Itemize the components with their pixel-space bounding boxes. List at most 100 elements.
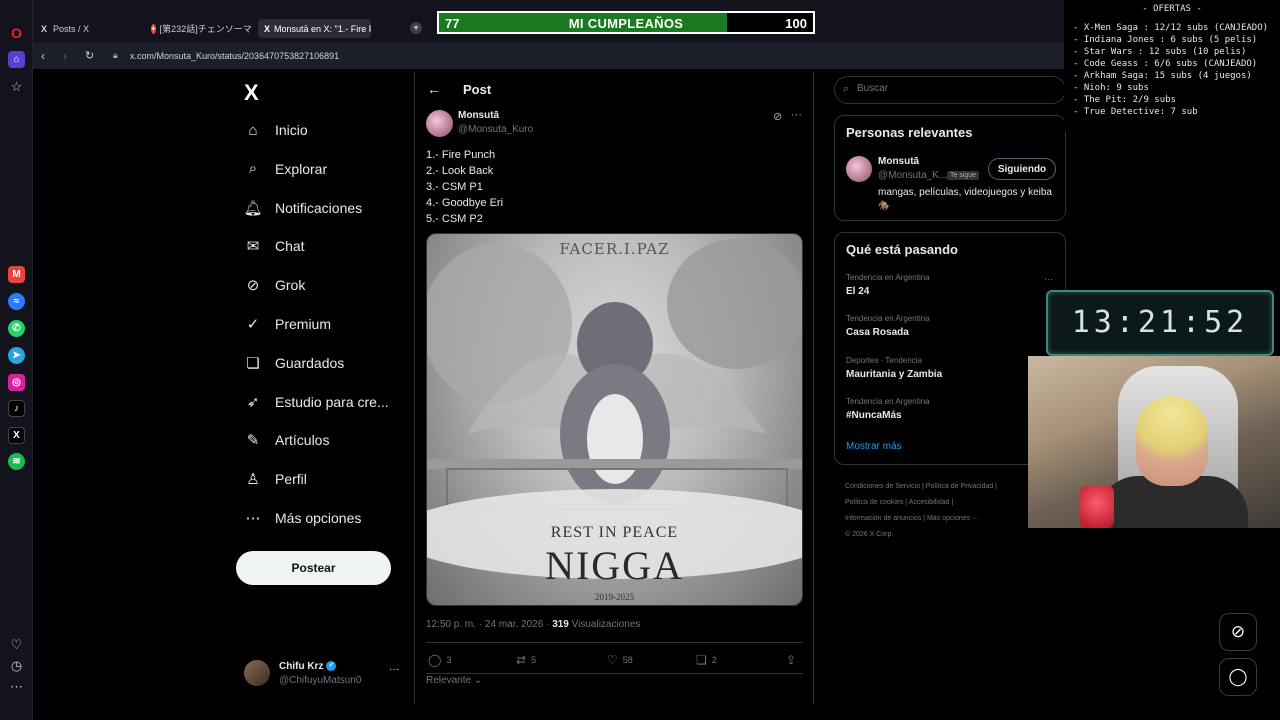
nav-item-grok[interactable]: ⊘ Grok: [244, 272, 306, 298]
nav-item-label: Chat: [275, 238, 305, 255]
post-image[interactable]: FACER.I.PAZ REST IN PEACE NIGGA 2019-202…: [426, 233, 803, 606]
tab-manga[interactable]: + [第232話]チェンソーマン 第二...: [145, 19, 253, 38]
repost-button[interactable]: ⇄ 5: [516, 653, 536, 667]
telegram-icon[interactable]: ➤: [8, 347, 25, 364]
reply-sort-dropdown[interactable]: Relevante ⌄: [426, 675, 482, 686]
more-icon[interactable]: ⋯: [8, 678, 25, 695]
nav-item-notificaciones[interactable]: 🔔︎ Notificaciones: [243, 195, 362, 221]
nav-item-chat[interactable]: ✉ Chat: [244, 233, 305, 259]
messages-fab[interactable]: ◯: [1219, 658, 1257, 696]
reload-icon[interactable]: ↻: [85, 49, 94, 62]
person-icon: ♙: [246, 471, 260, 489]
messenger-icon[interactable]: ≈: [8, 293, 25, 310]
microphone: [1080, 486, 1114, 528]
footer-line[interactable]: Condiciones de Servicio | Política de Pr…: [845, 479, 1030, 495]
post-button[interactable]: Postear: [236, 551, 391, 585]
trend-category: Tendencia en Argentina: [846, 314, 930, 324]
show-more-link[interactable]: Mostrar más: [846, 441, 902, 452]
x-logo[interactable]: X: [244, 80, 259, 106]
chat-bubble-icon: ◯: [1228, 667, 1248, 686]
reply-button[interactable]: ◯ 3: [428, 653, 451, 667]
birthday-progress-bar: MI CUMPLEAÑOS 77 100: [437, 11, 815, 34]
user-handle[interactable]: @Monsuta_K...: [878, 170, 947, 181]
post-actions: ◯ 3 ⇄ 5 ♡ 58 ❏ 2 ⇪: [426, 642, 803, 674]
tab-posts[interactable]: X Posts / X: [33, 19, 141, 38]
heart-icon[interactable]: ♡: [8, 636, 25, 653]
account-name: Chifu Krz ✓: [279, 661, 337, 672]
lock-icon[interactable]: 🔒︎: [113, 50, 118, 61]
whatsapp-icon[interactable]: ✆: [8, 320, 25, 337]
avatar[interactable]: [846, 156, 872, 182]
bookmark-button[interactable]: ❏ 2: [696, 653, 717, 667]
forward-icon[interactable]: ›: [63, 49, 67, 63]
article-icon: ✎: [246, 432, 260, 450]
footer-line[interactable]: © 2026 X Corp.: [845, 527, 1030, 543]
offer-item: - Indiana Jones : 6 subs (5 pelis): [1073, 35, 1258, 45]
webcam-feed: [1028, 356, 1280, 528]
image-top-text: FACER.I.PAZ: [559, 240, 670, 258]
offer-item: - True Detective: 7 sub: [1073, 107, 1198, 117]
post-line: 1.- Fire Punch: [426, 149, 496, 161]
nav-item-artículos[interactable]: ✎ Artículos: [244, 427, 330, 453]
tab-label: [第232話]チェンソーマン 第二...: [159, 24, 253, 34]
x-app-icon[interactable]: X: [8, 427, 25, 444]
post-meta: 12:50 p. m. · 24 mar. 2026 · 319 Visuali…: [426, 619, 641, 630]
trend-item[interactable]: Deportes · Tendencia Mauritania y Zambia: [846, 356, 942, 380]
search-input[interactable]: [857, 83, 1057, 94]
nav-item-inicio[interactable]: ⌂ Inicio: [244, 117, 307, 143]
instagram-icon[interactable]: ◎: [8, 374, 25, 391]
share-button[interactable]: ⇪: [786, 653, 801, 667]
history-icon[interactable]: ◷: [8, 657, 25, 674]
user-name[interactable]: Monsutā: [878, 156, 919, 167]
new-tab-button[interactable]: +: [410, 22, 422, 34]
verified-icon: ✓: [246, 316, 260, 333]
home-icon[interactable]: ⌂: [8, 51, 25, 68]
envelope-icon: ✉: [246, 238, 260, 256]
gmail-icon[interactable]: M: [8, 266, 25, 283]
trend-item[interactable]: Tendencia en Argentina #NuncaMás: [846, 397, 930, 421]
streamer-head: [1136, 396, 1208, 486]
footer-line[interactable]: Política de cookies | Accesibilidad |: [845, 495, 1030, 511]
nav-item-perfil[interactable]: ♙ Perfil: [244, 466, 307, 492]
search-box[interactable]: ⌕: [834, 76, 1066, 104]
image-caption-line1: REST IN PEACE: [550, 524, 679, 541]
nav-item-explorar[interactable]: ⌕ Explorar: [244, 156, 327, 182]
footer-line[interactable]: Información de anuncios | Más opciones ·…: [845, 511, 1030, 527]
following-button[interactable]: Siguiendo: [988, 158, 1056, 180]
author-avatar[interactable]: [426, 110, 453, 137]
nav-item-estudio-para-cre[interactable]: ➶ Estudio para cre...: [244, 389, 389, 415]
back-arrow-icon[interactable]: ←: [427, 81, 441, 97]
trend-item[interactable]: Tendencia en Argentina El 24: [846, 273, 930, 297]
nav-item-premium[interactable]: ✓ Premium: [244, 311, 331, 337]
pinboard-icon[interactable]: ☆: [8, 78, 25, 95]
nav-item-más-opciones[interactable]: ⋯ Más opciones: [244, 505, 362, 531]
tab-active-post[interactable]: X Monsutā en X: "1.- Fire Pu...: [258, 19, 371, 38]
tiktok-icon[interactable]: ♪: [8, 400, 25, 417]
x-logo-icon: X: [264, 23, 271, 34]
author-name[interactable]: Monsutā: [458, 110, 499, 121]
offer-item: - Star Wars : 12 subs (10 pelis): [1073, 47, 1247, 57]
more-icon[interactable]: ···: [1044, 274, 1053, 284]
post-column: ← Post Monsutā @Monsuta_Kuro ⊘ ··· 1.- F…: [414, 72, 814, 704]
spotify-icon[interactable]: ≋: [8, 453, 25, 470]
offer-item: - The Pit: 2/9 subs: [1073, 95, 1176, 105]
post-line: 2.- Look Back: [426, 165, 494, 177]
offer-item: - X-Men Saga : 12/12 subs (CANJEADO): [1073, 23, 1269, 33]
more-icon[interactable]: ···: [791, 109, 802, 121]
url-field[interactable]: x.com/Monsuta_Kuro/status/20364707538271…: [130, 51, 339, 61]
progress-current: 77: [445, 16, 460, 31]
x-logo-icon: X: [40, 23, 47, 34]
opera-logo-icon[interactable]: O: [8, 24, 25, 41]
back-icon[interactable]: ‹: [41, 49, 45, 63]
trend-item[interactable]: Tendencia en Argentina Casa Rosada: [846, 314, 930, 338]
trend-name: #NuncaMás: [846, 409, 902, 421]
author-handle[interactable]: @Monsuta_Kuro: [458, 124, 533, 135]
more-icon[interactable]: ···: [389, 664, 399, 675]
account-switcher[interactable]: Chifu Krz ✓ @ChifuyuMatsun0 ···: [244, 660, 409, 688]
offer-item: - Arkham Saga: 15 subs (4 juegos): [1073, 71, 1252, 81]
relevant-people-card: Personas relevantes Monsutā @Monsuta_K..…: [834, 115, 1066, 221]
nav-item-guardados[interactable]: ❏ Guardados: [244, 350, 344, 376]
grok-fab[interactable]: ⊘: [1219, 613, 1257, 651]
like-button[interactable]: ♡ 58: [607, 653, 633, 667]
grok-icon[interactable]: ⊘: [773, 110, 782, 123]
